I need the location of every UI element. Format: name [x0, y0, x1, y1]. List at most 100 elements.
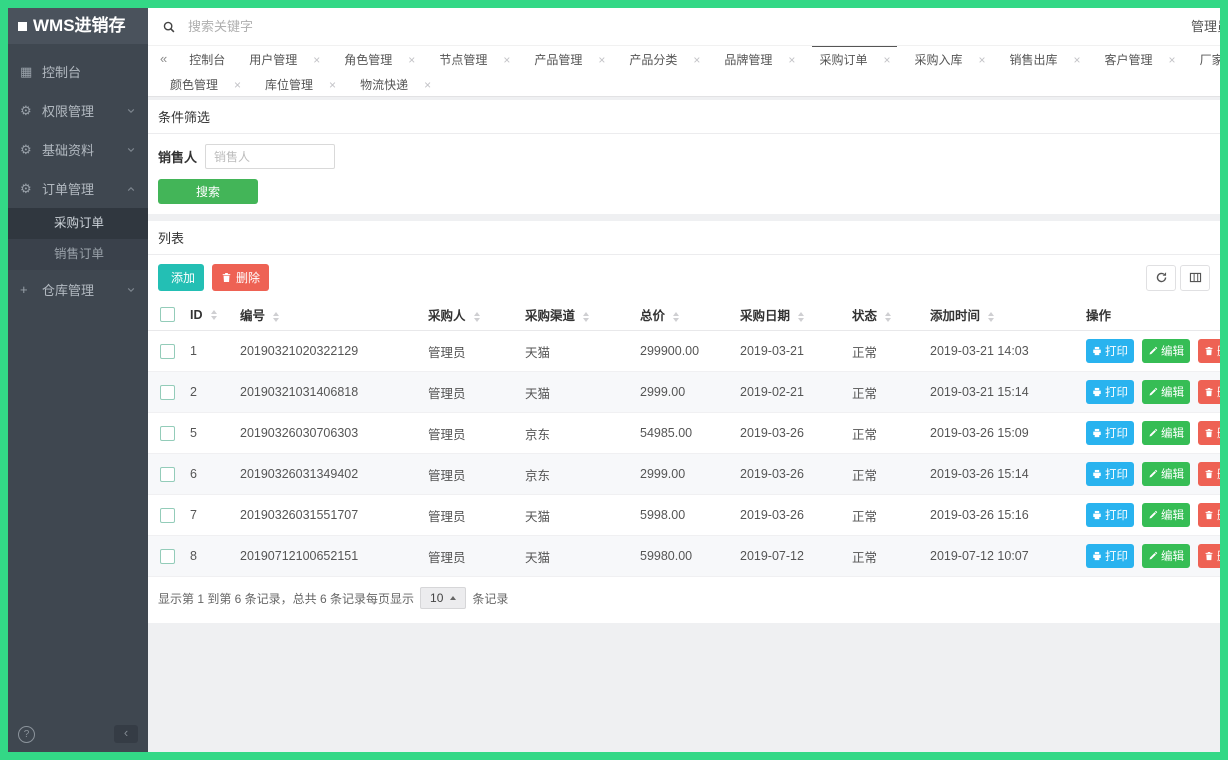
delete-row-button[interactable]: 删除 — [1198, 503, 1220, 527]
delete-row-button[interactable]: 删除 — [1198, 421, 1220, 445]
delete-button[interactable]: 删除 — [212, 264, 269, 291]
row-checkbox[interactable] — [160, 549, 175, 564]
sidebar-collapse-icon[interactable]: ‹ — [114, 725, 138, 743]
tab-close-icon[interactable]: × — [424, 78, 431, 92]
sort-icon[interactable] — [885, 312, 891, 322]
cell-code: 20190326031551707 — [236, 495, 424, 536]
sidebar-item[interactable]: ⚙基础资料 — [8, 130, 148, 169]
app-logo: WMS进销存 — [8, 8, 148, 44]
column-header[interactable]: 编号 — [236, 299, 424, 331]
tab-item[interactable]: 用户管理× — [242, 46, 327, 72]
tab-item[interactable]: 产品分类× — [622, 46, 707, 72]
tab-item[interactable]: 销售出库× — [1003, 46, 1088, 72]
row-checkbox[interactable] — [160, 385, 175, 400]
sort-icon[interactable] — [988, 312, 994, 322]
sort-icon[interactable] — [273, 312, 279, 322]
tab-close-icon[interactable]: × — [883, 53, 890, 67]
print-row-button[interactable]: 打印 — [1086, 503, 1134, 527]
delete-row-button[interactable]: 删除 — [1198, 462, 1220, 486]
tab-item[interactable]: 客户管理× — [1098, 46, 1183, 72]
tab-item[interactable]: 库位管理× — [258, 70, 343, 97]
delete-row-button[interactable]: 删除 — [1198, 380, 1220, 404]
delete-row-button[interactable]: 删除 — [1198, 339, 1220, 363]
sidebar-item-label: 控制台 — [42, 62, 81, 81]
page-size-select[interactable]: 10 — [420, 587, 466, 609]
row-checkbox[interactable] — [160, 344, 175, 359]
print-row-button[interactable]: 打印 — [1086, 544, 1134, 568]
add-button[interactable]: 添加 — [158, 264, 204, 291]
print-row-button[interactable]: 打印 — [1086, 462, 1134, 486]
column-header[interactable]: 采购人 — [424, 299, 521, 331]
tab-close-icon[interactable]: × — [408, 53, 415, 67]
tab-item[interactable]: 控制台 — [182, 46, 232, 72]
sort-icon[interactable] — [474, 312, 480, 322]
tab-close-icon[interactable]: × — [788, 53, 795, 67]
search-button[interactable]: 搜索 — [158, 179, 258, 204]
row-checkbox[interactable] — [160, 467, 175, 482]
delete-row-button[interactable]: 删除 — [1198, 544, 1220, 568]
tab-item[interactable]: 角色管理× — [337, 46, 422, 72]
tab-item[interactable]: 采购入库× — [907, 46, 992, 72]
sidebar-item[interactable]: +仓库管理 — [8, 270, 148, 309]
printer-icon — [1092, 469, 1102, 479]
tab-close-icon[interactable]: × — [978, 53, 985, 67]
sidebar-subitem[interactable]: 采购订单 — [8, 208, 148, 239]
tab-close-icon[interactable]: × — [503, 53, 510, 67]
cell-status: 正常 — [848, 413, 926, 454]
tab-item[interactable]: 颜色管理× — [163, 70, 248, 97]
sidebar-subitem[interactable]: 销售订单 — [8, 239, 148, 270]
column-header[interactable]: 状态 — [848, 299, 926, 331]
tab-close-icon[interactable]: × — [329, 78, 336, 92]
select-all-checkbox[interactable] — [160, 307, 175, 322]
sidebar-item[interactable]: ▦控制台 — [8, 52, 148, 91]
edit-row-button[interactable]: 编辑 — [1142, 380, 1190, 404]
edit-row-button[interactable]: 编辑 — [1142, 339, 1190, 363]
print-row-button[interactable]: 打印 — [1086, 421, 1134, 445]
column-header[interactable]: 采购渠道 — [521, 299, 636, 331]
tab-close-icon[interactable]: × — [313, 53, 320, 67]
edit-row-button[interactable]: 编辑 — [1142, 421, 1190, 445]
sort-icon[interactable] — [583, 312, 589, 322]
print-row-button-label: 打印 — [1105, 548, 1128, 564]
print-row-button[interactable]: 打印 — [1086, 339, 1134, 363]
column-header[interactable]: ID — [186, 299, 236, 331]
user-menu[interactable]: 管理员 — [1191, 8, 1220, 45]
tab-item[interactable]: 品牌管理× — [717, 46, 802, 72]
tab-close-icon[interactable]: × — [234, 78, 241, 92]
sidebar-item[interactable]: ⚙订单管理 — [8, 169, 148, 208]
edit-row-button[interactable]: 编辑 — [1142, 503, 1190, 527]
row-checkbox[interactable] — [160, 508, 175, 523]
sort-icon[interactable] — [798, 312, 804, 322]
refresh-button[interactable] — [1146, 265, 1176, 291]
edit-row-button[interactable]: 编辑 — [1142, 544, 1190, 568]
row-checkbox[interactable] — [160, 426, 175, 441]
columns-button[interactable] — [1180, 265, 1210, 291]
column-header[interactable]: 添加时间 — [926, 299, 1082, 331]
seller-input[interactable] — [205, 144, 335, 169]
edit-row-button[interactable]: 编辑 — [1142, 462, 1190, 486]
collapse-tabs-icon[interactable]: « — [160, 51, 167, 66]
help-icon[interactable]: ? — [18, 726, 35, 743]
cell-date: 2019-07-12 — [736, 536, 848, 577]
tab-item[interactable]: 物流快递× — [353, 70, 438, 97]
tab-item[interactable]: 节点管理× — [432, 46, 517, 72]
tab-item[interactable]: 产品管理× — [527, 46, 612, 72]
tab-item[interactable]: 厂家管理× — [1193, 46, 1220, 72]
sort-icon[interactable] — [211, 310, 217, 320]
sidebar-item[interactable]: ⚙权限管理 — [8, 91, 148, 130]
tab-item[interactable]: 采购订单× — [812, 46, 897, 72]
column-header[interactable]: 操作 — [1082, 299, 1220, 331]
print-row-button[interactable]: 打印 — [1086, 380, 1134, 404]
tab-close-icon[interactable]: × — [1074, 53, 1081, 67]
column-header[interactable]: 总价 — [636, 299, 736, 331]
tab-close-icon[interactable]: × — [693, 53, 700, 67]
column-header-label: 采购人 — [428, 309, 466, 323]
row-actions: 打印编辑删除 — [1082, 413, 1220, 454]
dropup-caret-icon — [450, 596, 456, 600]
global-search-input[interactable] — [186, 18, 490, 35]
column-header[interactable]: 采购日期 — [736, 299, 848, 331]
row-checkbox-cell — [148, 454, 186, 495]
tab-close-icon[interactable]: × — [1169, 53, 1176, 67]
sort-icon[interactable] — [673, 312, 679, 322]
tab-close-icon[interactable]: × — [598, 53, 605, 67]
